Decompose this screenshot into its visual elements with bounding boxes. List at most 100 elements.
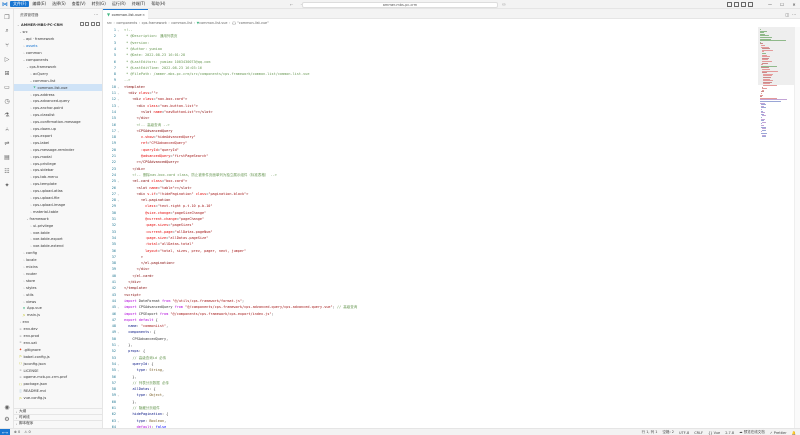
status-item[interactable]: CRLF	[694, 431, 703, 435]
tree-item[interactable]: ⌄ common-list	[14, 77, 102, 84]
tree-item[interactable]: › cps-classlist	[14, 112, 102, 119]
tree-item[interactable]: › store	[14, 277, 102, 284]
tree-item[interactable]: › cps-upload-atlas	[14, 188, 102, 195]
status-item[interactable]: 空格: 2	[663, 430, 675, 435]
extensions-icon[interactable]: ⊞	[3, 69, 11, 77]
tree-item[interactable]: › cps-export	[14, 133, 102, 140]
tree-item[interactable]: JS vue.config.js	[14, 395, 102, 402]
tree-item[interactable]: ⌄ components	[14, 57, 102, 64]
tree-item[interactable]: › cps-message-reminder	[14, 146, 102, 153]
tree-item[interactable]: › cps-sidebar	[14, 167, 102, 174]
tree-item[interactable]: {} package.json	[14, 381, 102, 388]
menu-item[interactable]: 文件(F)	[10, 1, 30, 7]
status-item[interactable]: ☁ 预览在线文档	[739, 430, 765, 435]
live-share-icon[interactable]: ⇌	[3, 139, 11, 147]
remote-indicator-icon[interactable]: ⟷	[0, 428, 10, 435]
tree-item[interactable]: ▼ common-list.vue	[14, 84, 102, 92]
minimap[interactable]	[758, 27, 794, 428]
tree-item[interactable]: › cps-upload-file	[14, 195, 102, 202]
git-graph-icon[interactable]: ⑃	[3, 125, 11, 133]
new-file-icon[interactable]	[79, 22, 84, 26]
tree-item[interactable]: › views	[14, 298, 102, 305]
menu-item[interactable]: 编辑(E)	[29, 1, 49, 7]
tree-item[interactable]: › cps-modal	[14, 153, 102, 160]
search-icon[interactable]: ⌕	[3, 27, 11, 35]
toggle-secondary-sidebar-icon[interactable]	[741, 2, 746, 7]
account-icon[interactable]: ◉	[3, 403, 11, 411]
tree-item[interactable]: {} jsconfig.json	[14, 360, 102, 367]
breadcrumb-item[interactable]: common-list.vue	[199, 21, 227, 25]
tree-item[interactable]: › cps-tab-menu	[14, 174, 102, 181]
tree-item[interactable]: › cps-anchor-point	[14, 105, 102, 112]
menu-item[interactable]: 选择(S)	[49, 1, 69, 7]
status-problems-item[interactable]: ⚠ 0	[24, 430, 30, 434]
breadcrumb-item[interactable]: common-list	[171, 21, 192, 25]
breadcrumb-item[interactable]: cps-framework	[142, 21, 167, 25]
tree-item[interactable]: ⌄ framework	[14, 215, 102, 222]
tree-item[interactable]: ⌄ src	[14, 29, 102, 36]
manage-gear-icon[interactable]: ⚙	[3, 415, 11, 423]
breadcrumb-item[interactable]: {} "common-list.vue"	[232, 21, 269, 25]
tree-item[interactable]: › styles	[14, 284, 102, 291]
tree-item[interactable]: ≡ env.dev	[14, 326, 102, 333]
menu-item[interactable]: 运行(R)	[109, 1, 129, 7]
tree-item[interactable]: › mixins	[14, 264, 102, 271]
maximize-icon[interactable]: ☐	[776, 0, 788, 9]
todo-tree-icon[interactable]: ☷	[3, 167, 11, 175]
split-editor-icon[interactable]: ◫	[785, 12, 789, 17]
editor-scrollbar[interactable]	[794, 27, 800, 428]
tree-item[interactable]: ⌄ api · framework	[14, 36, 102, 43]
tree-item[interactable]: ◆ .gitignore	[14, 346, 102, 353]
command-center-search[interactable]: ⌕ ammer-mbs-pc-crm	[302, 1, 498, 8]
npm-scripts-section[interactable]: › 脚本程序	[14, 420, 102, 426]
menu-item[interactable]: 帮助(H)	[148, 1, 168, 7]
more-actions-icon[interactable]: ···	[792, 12, 796, 17]
toggle-sidebar-icon[interactable]	[727, 2, 732, 7]
run-debug-icon[interactable]: ▷	[3, 55, 11, 63]
tree-item[interactable]: › vxe-table-export	[14, 236, 102, 243]
docker-icon[interactable]: ▤	[3, 153, 11, 161]
status-item[interactable]: 行 1, 列 1	[642, 430, 658, 435]
more-actions-icon[interactable]: ···	[94, 12, 98, 17]
status-item[interactable]: {} Vue	[708, 431, 720, 435]
tree-item[interactable]: › vxe-table	[14, 229, 102, 236]
tree-item[interactable]: › cps-advanced-query	[14, 98, 102, 105]
extension-panel-icon[interactable]: ✦	[3, 181, 11, 189]
tree-item[interactable]: ▼ App.vue	[14, 305, 102, 312]
project-root[interactable]: ⌄ AMMER-MBS-PC-CRM	[17, 22, 102, 27]
status-item[interactable]: 2.7.8	[725, 431, 734, 435]
tree-item[interactable]: › common	[14, 50, 102, 57]
tree-item[interactable]: › router	[14, 271, 102, 278]
tree-item[interactable]: › cps-down-up	[14, 126, 102, 133]
tree-item[interactable]: ⌄ cps-framework	[14, 64, 102, 71]
tree-item[interactable]: › env	[14, 319, 102, 326]
testing-icon[interactable]: ⚗	[3, 111, 11, 119]
minimize-icon[interactable]: —	[764, 0, 776, 9]
timeline-icon[interactable]: ◷	[3, 97, 11, 105]
refresh-icon[interactable]	[90, 22, 95, 26]
tree-item[interactable]: › vxe-table-extend	[14, 243, 102, 250]
tree-item[interactable]: ≡ env.uat	[14, 340, 102, 347]
tree-item[interactable]: › cps-upload-image	[14, 202, 102, 209]
tree-item[interactable]: JS babel.config.js	[14, 353, 102, 360]
new-folder-icon[interactable]	[85, 22, 89, 26]
breadcrumb-item[interactable]: components	[116, 21, 137, 25]
tree-item[interactable]: › cps-confirmation-message	[14, 119, 102, 126]
tree-item[interactable]: › cps-label	[14, 139, 102, 146]
tree-item[interactable]: › acQuery	[14, 70, 102, 77]
breadcrumb-item[interactable]: src	[107, 21, 112, 25]
status-problems-item[interactable]: ⊗ 0	[14, 430, 20, 434]
tree-item[interactable]: ⓘ README.md	[14, 388, 102, 395]
copilot-icon[interactable]: ⚇	[502, 2, 506, 7]
tree-item[interactable]: › utils	[14, 291, 102, 298]
menu-item[interactable]: 转到(G)	[89, 1, 109, 7]
code-editor[interactable]: 1 ⌄ <!-- 2 * @Description: 通用列表页 3 * @versio…	[103, 27, 758, 428]
tab-common-list-vue[interactable]: ▼ common-list.vue ×	[103, 9, 148, 19]
tree-item[interactable]: ≡ env.prod	[14, 333, 102, 340]
tree-item[interactable]: › locale	[14, 257, 102, 264]
status-item[interactable]: 🔔	[792, 431, 796, 435]
tree-item[interactable]: › cps-address	[14, 91, 102, 98]
tree-item[interactable]: › cps-privilege	[14, 160, 102, 167]
tree-item[interactable]: › cps-template	[14, 181, 102, 188]
toggle-panel-icon[interactable]	[734, 2, 739, 7]
